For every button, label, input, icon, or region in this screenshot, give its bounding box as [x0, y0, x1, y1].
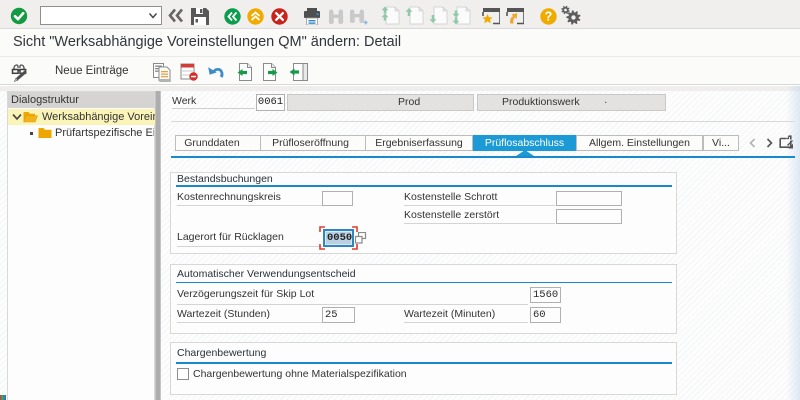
svg-text:?: ? — [545, 10, 553, 24]
